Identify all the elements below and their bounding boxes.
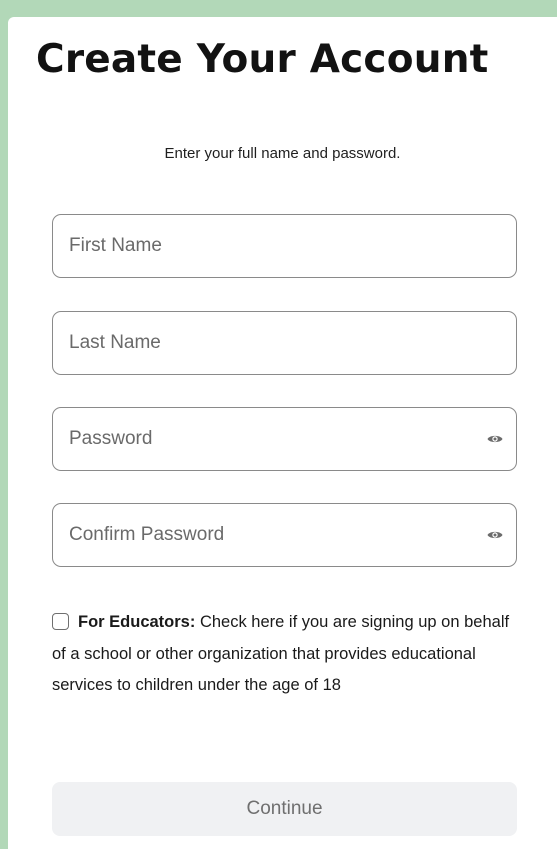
continue-button[interactable]: Continue [52, 782, 517, 836]
educator-label-bold: For Educators: [78, 613, 196, 631]
password-field[interactable] [52, 407, 517, 471]
signup-card: Create Your Account Enter your full name… [8, 17, 557, 849]
page-subtitle: Enter your full name and password. [164, 145, 401, 162]
confirm-password-field[interactable] [52, 503, 517, 567]
first-name-input[interactable] [69, 215, 469, 277]
page-title: Create Your Account [36, 37, 489, 82]
last-name-input[interactable] [69, 312, 469, 374]
first-name-field[interactable] [52, 214, 517, 278]
confirm-password-input[interactable] [69, 504, 469, 566]
educator-option: For Educators: Check here if you are sig… [52, 607, 522, 702]
eye-icon[interactable] [486, 526, 504, 544]
educator-checkbox[interactable] [52, 613, 69, 630]
password-input[interactable] [69, 408, 469, 470]
eye-icon[interactable] [486, 430, 504, 448]
last-name-field[interactable] [52, 311, 517, 375]
